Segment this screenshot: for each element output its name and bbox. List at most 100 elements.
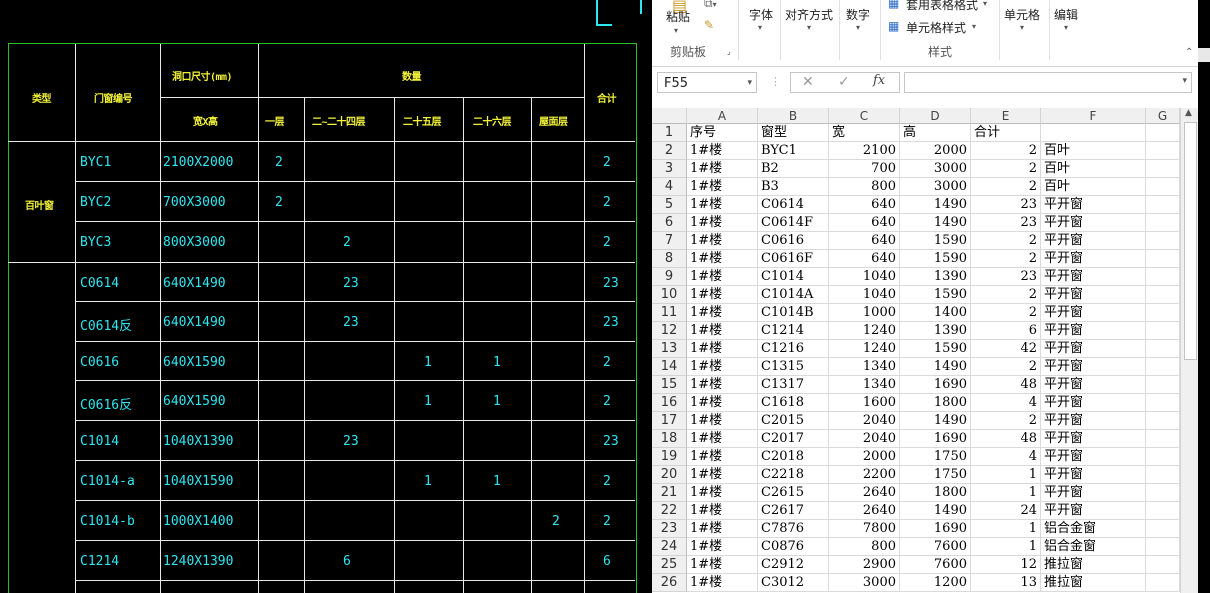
cell-a5[interactable]: 1#楼	[687, 196, 758, 214]
cells-dropdown-icon[interactable]: ▾	[1020, 23, 1024, 32]
cell-b6[interactable]: C0614F	[758, 214, 829, 232]
cell-e2[interactable]: 2	[971, 142, 1041, 160]
cell-b3[interactable]: B2	[758, 160, 829, 178]
row-header[interactable]: 5	[652, 196, 687, 214]
cell-e24[interactable]: 1	[971, 538, 1041, 556]
alignment-button[interactable]: 对齐方式	[785, 6, 833, 23]
cell-e21[interactable]: 1	[971, 484, 1041, 502]
name-box[interactable]: F55 ▾	[657, 72, 757, 93]
column-header-d[interactable]: D	[900, 108, 971, 124]
cell-d1[interactable]: 高	[900, 124, 971, 142]
cell-d15[interactable]: 1690	[900, 376, 971, 394]
cell-e16[interactable]: 4	[971, 394, 1041, 412]
cell-b5[interactable]: C0614	[758, 196, 829, 214]
cell-f1[interactable]	[1041, 124, 1146, 142]
cell-d11[interactable]: 1400	[900, 304, 971, 322]
cell-d3[interactable]: 3000	[900, 160, 971, 178]
cell-c7[interactable]: 640	[829, 232, 900, 250]
cell-c26[interactable]: 3000	[829, 574, 900, 592]
cell-f18[interactable]: 平开窗	[1041, 430, 1146, 448]
format-painter-icon[interactable]: ✎	[704, 18, 714, 32]
cell-e14[interactable]: 2	[971, 358, 1041, 376]
cancel-icon[interactable]: ✕	[802, 74, 814, 90]
cell-f5[interactable]: 平开窗	[1041, 196, 1146, 214]
cell-g12[interactable]	[1146, 322, 1180, 340]
row-header[interactable]: 10	[652, 286, 687, 304]
cell-e9[interactable]: 23	[971, 268, 1041, 286]
cell-e3[interactable]: 2	[971, 160, 1041, 178]
row-header[interactable]: 19	[652, 448, 687, 466]
cell-a8[interactable]: 1#楼	[687, 250, 758, 268]
cell-c21[interactable]: 2640	[829, 484, 900, 502]
column-header-e[interactable]: E	[971, 108, 1041, 124]
cell-e19[interactable]: 4	[971, 448, 1041, 466]
table-format-button[interactable]: 套用表格格式	[906, 0, 978, 13]
cell-g10[interactable]	[1146, 286, 1180, 304]
cell-f14[interactable]: 平开窗	[1041, 358, 1146, 376]
cell-d20[interactable]: 1750	[900, 466, 971, 484]
row-header[interactable]: 12	[652, 322, 687, 340]
cell-e6[interactable]: 23	[971, 214, 1041, 232]
cell-e11[interactable]: 2	[971, 304, 1041, 322]
cell-f19[interactable]: 平开窗	[1041, 448, 1146, 466]
cell-g17[interactable]	[1146, 412, 1180, 430]
cell-e18[interactable]: 48	[971, 430, 1041, 448]
cell-e26[interactable]: 13	[971, 574, 1041, 592]
row-header[interactable]: 1	[652, 124, 687, 142]
cell-d9[interactable]: 1390	[900, 268, 971, 286]
scrollbar-thumb[interactable]	[1184, 122, 1197, 360]
cell-a3[interactable]: 1#楼	[687, 160, 758, 178]
cad-drawing-pane[interactable]: 类型 门窗编号 洞口尺寸(mm) 数量 合计 宽X高 一层 二~二十四层 二十五…	[0, 0, 652, 593]
cell-b21[interactable]: C2615	[758, 484, 829, 502]
cell-d6[interactable]: 1490	[900, 214, 971, 232]
cell-g9[interactable]	[1146, 268, 1180, 286]
cell-f9[interactable]: 平开窗	[1041, 268, 1146, 286]
cell-e1[interactable]: 合计	[971, 124, 1041, 142]
cell-g22[interactable]	[1146, 502, 1180, 520]
font-button[interactable]: 字体	[749, 6, 773, 23]
cell-f7[interactable]: 平开窗	[1041, 232, 1146, 250]
cell-g7[interactable]	[1146, 232, 1180, 250]
cell-d13[interactable]: 1590	[900, 340, 971, 358]
cell-b11[interactable]: C1014B	[758, 304, 829, 322]
edit-button[interactable]: 编辑	[1054, 6, 1078, 23]
cell-b9[interactable]: C1014	[758, 268, 829, 286]
cell-d23[interactable]: 1690	[900, 520, 971, 538]
cell-g6[interactable]	[1146, 214, 1180, 232]
alignment-dropdown-icon[interactable]: ▾	[807, 23, 811, 32]
row-header[interactable]: 13	[652, 340, 687, 358]
cell-c3[interactable]: 700	[829, 160, 900, 178]
cell-f13[interactable]: 平开窗	[1041, 340, 1146, 358]
cell-d24[interactable]: 7600	[900, 538, 971, 556]
enter-icon[interactable]: ✓	[838, 74, 850, 90]
cell-a9[interactable]: 1#楼	[687, 268, 758, 286]
cell-c18[interactable]: 2040	[829, 430, 900, 448]
cell-f6[interactable]: 平开窗	[1041, 214, 1146, 232]
cell-e25[interactable]: 12	[971, 556, 1041, 574]
cell-b15[interactable]: C1317	[758, 376, 829, 394]
cell-c11[interactable]: 1000	[829, 304, 900, 322]
cell-g23[interactable]	[1146, 520, 1180, 538]
cell-d17[interactable]: 1490	[900, 412, 971, 430]
cell-e22[interactable]: 24	[971, 502, 1041, 520]
cell-g2[interactable]	[1146, 142, 1180, 160]
cell-d10[interactable]: 1590	[900, 286, 971, 304]
expand-formula-bar-icon[interactable]: ▾	[1182, 76, 1187, 86]
cell-style-icon[interactable]: ▦	[888, 19, 899, 33]
cell-c19[interactable]: 2000	[829, 448, 900, 466]
cell-c17[interactable]: 2040	[829, 412, 900, 430]
cell-d25[interactable]: 7600	[900, 556, 971, 574]
cell-a18[interactable]: 1#楼	[687, 430, 758, 448]
number-button[interactable]: 数字	[846, 6, 870, 23]
cell-d7[interactable]: 1590	[900, 232, 971, 250]
row-header[interactable]: 14	[652, 358, 687, 376]
number-dropdown-icon[interactable]: ▾	[856, 23, 860, 32]
cell-b12[interactable]: C1214	[758, 322, 829, 340]
cell-f22[interactable]: 平开窗	[1041, 502, 1146, 520]
cell-f16[interactable]: 平开窗	[1041, 394, 1146, 412]
cell-b18[interactable]: C2017	[758, 430, 829, 448]
cell-e8[interactable]: 2	[971, 250, 1041, 268]
row-header[interactable]: 15	[652, 376, 687, 394]
table-format-icon[interactable]: ▦	[888, 0, 899, 10]
cell-c23[interactable]: 7800	[829, 520, 900, 538]
